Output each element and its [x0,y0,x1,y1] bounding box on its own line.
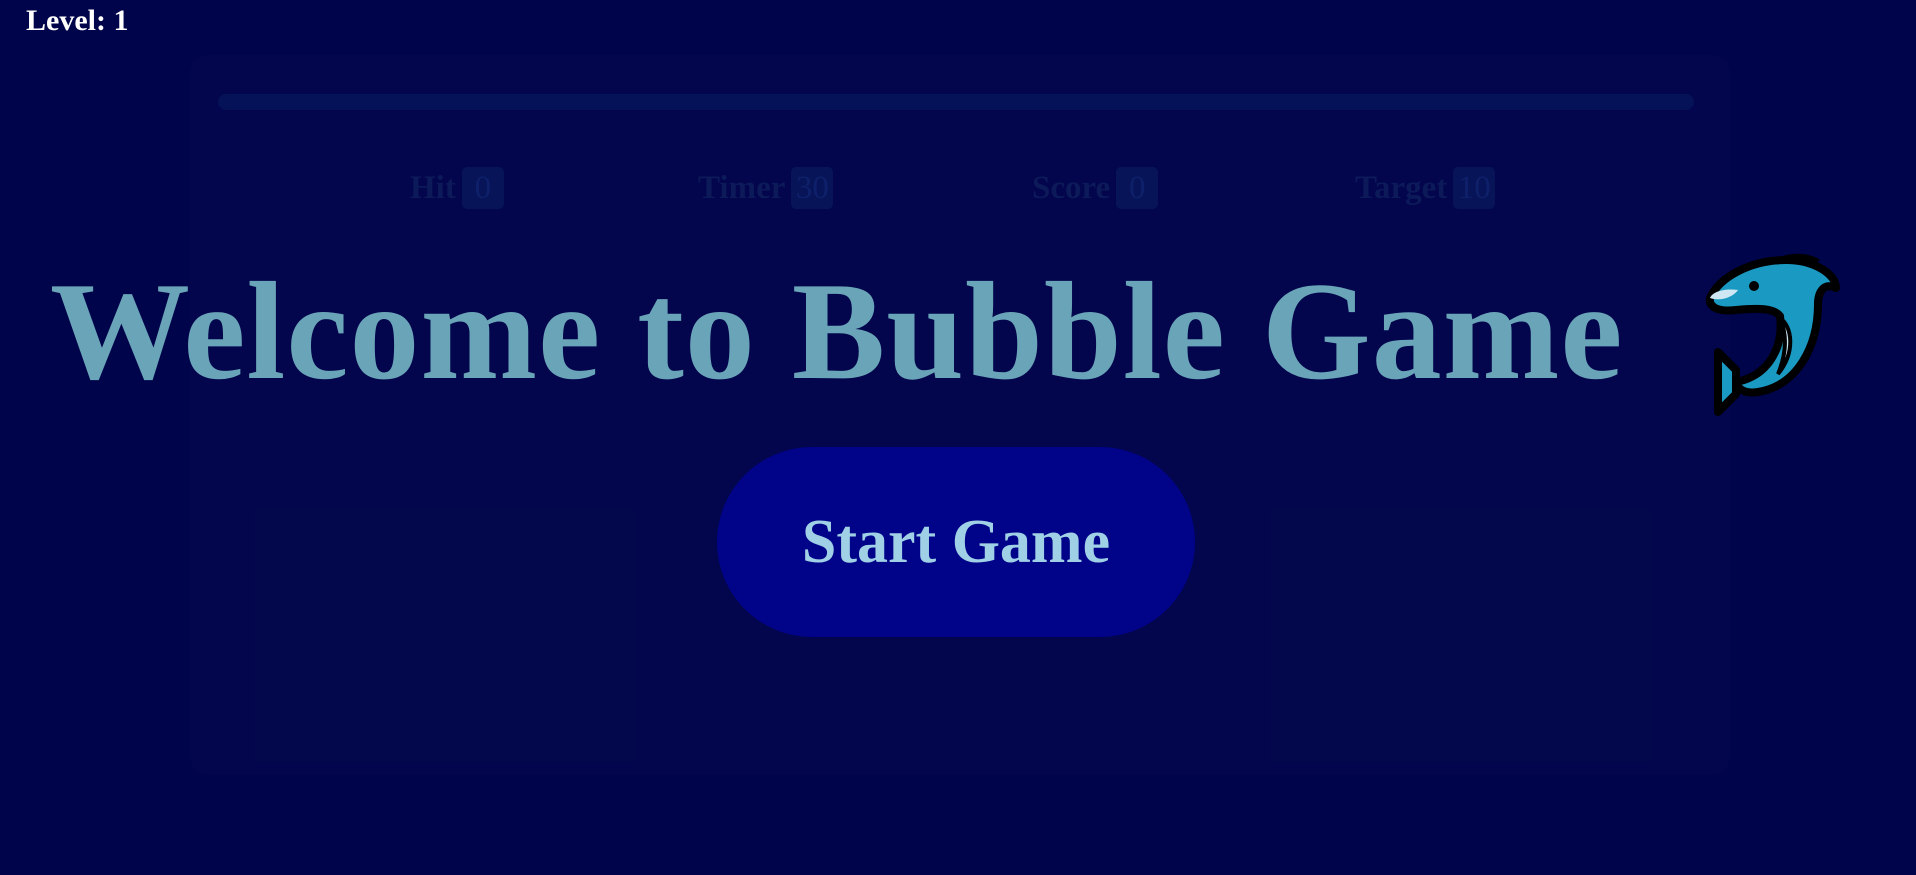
hit-label: Hit [410,169,456,206]
welcome-banner: Welcome to Bubble Game [0,252,1916,416]
dolphin-icon [1705,253,1840,416]
game-stage: Level: 1 Hit 0 Timer 30 Score 0 Target 1… [0,0,1916,875]
level-indicator: Level: 1 [26,4,129,37]
score-value: 0 [1116,167,1159,209]
timer-label: Timer [698,169,786,206]
welcome-title: Welcome to Bubble Game [50,254,1624,409]
game-panel [190,55,1730,775]
target-label: Target [1355,169,1448,206]
target-stat: Target 10 [1355,167,1496,209]
target-value: 10 [1453,167,1496,209]
timer-value: 30 [791,167,834,209]
progress-bar [218,94,1694,110]
stats-bar: Hit 0 Timer 30 Score 0 Target 10 [0,167,1916,211]
score-label: Score [1032,169,1111,206]
hit-stat: Hit 0 [410,167,504,209]
hit-value: 0 [461,167,504,209]
start-game-button[interactable]: Start Game [717,447,1195,637]
timer-stat: Timer 30 [698,167,834,209]
score-stat: Score 0 [1032,167,1159,209]
